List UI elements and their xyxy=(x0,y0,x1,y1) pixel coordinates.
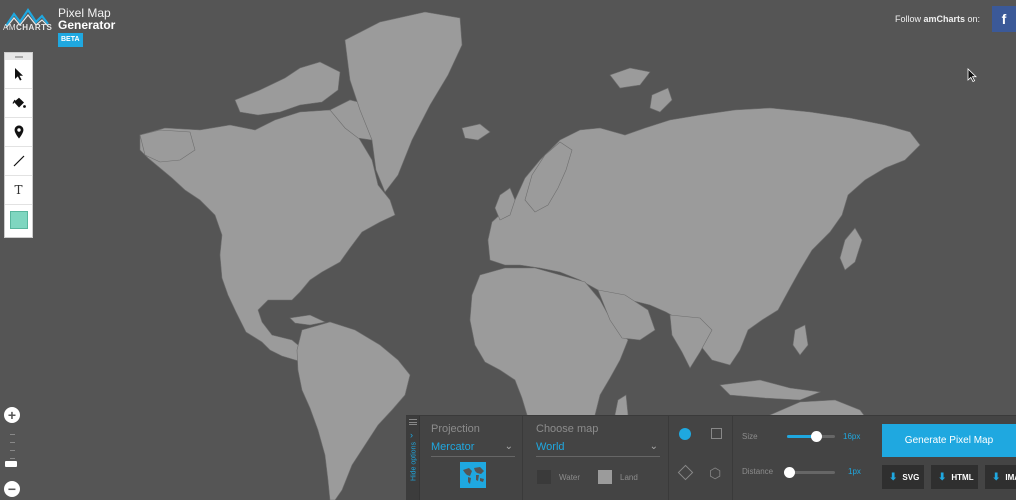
follow-text: Follow amCharts on: xyxy=(895,14,980,24)
circle-shape-icon[interactable] xyxy=(679,428,691,440)
line-icon xyxy=(13,155,24,167)
japan xyxy=(839,227,863,271)
zoom-in-button[interactable]: + xyxy=(4,407,20,423)
facebook-glyph: f xyxy=(1001,11,1007,27)
choose-map-label: Choose map xyxy=(536,423,599,435)
world-map-thumbnail-icon xyxy=(460,462,486,488)
distance-slider[interactable] xyxy=(784,467,835,478)
iceland xyxy=(461,123,491,141)
water-color-swatch[interactable] xyxy=(537,470,551,484)
hide-options-label: Hide options xyxy=(410,442,418,481)
projection-select[interactable]: Mercator ⌄ xyxy=(431,441,515,457)
beta-badge: BETA xyxy=(58,33,83,47)
chevron-down-icon: ⌄ xyxy=(504,441,513,452)
hide-options-toggle[interactable]: › Hide options xyxy=(406,416,420,500)
land-label: Land xyxy=(620,473,638,482)
distance-label: Distance xyxy=(742,467,774,476)
philippines xyxy=(792,324,809,356)
download-icon: ⬇ xyxy=(992,471,1001,483)
size-value: 16px xyxy=(843,432,861,441)
distance-slider-knob[interactable] xyxy=(784,467,796,478)
mouse-cursor-icon xyxy=(967,68,977,82)
select-tool[interactable] xyxy=(5,60,32,89)
map-pin-icon xyxy=(14,125,23,139)
download-image-button[interactable]: ⬇ IMAGE xyxy=(985,465,1016,489)
arrow-pointer-icon xyxy=(14,67,23,80)
arctic-islands xyxy=(234,61,341,116)
size-label: Size xyxy=(742,432,758,441)
projection-value: Mercator xyxy=(431,441,475,453)
logo-wordmark: AMCHARTS xyxy=(3,23,52,32)
generate-pixel-map-button[interactable]: Generate Pixel Map xyxy=(882,424,1016,457)
arctic-russia-islands xyxy=(609,67,651,89)
projection-label: Projection xyxy=(431,423,480,435)
app-title: Pixel Map Generator BETA xyxy=(58,7,115,47)
diamond-shape-icon[interactable] xyxy=(677,464,694,481)
indonesia xyxy=(719,379,822,401)
size-slider[interactable] xyxy=(787,431,835,442)
square-shape-icon[interactable] xyxy=(711,428,722,439)
text-icon: T xyxy=(14,183,23,197)
download-html-button[interactable]: ⬇ HTML xyxy=(931,465,978,489)
download-icon: ⬇ xyxy=(938,471,947,483)
follow-brand: amCharts xyxy=(923,14,965,24)
chevron-down-icon: ⌄ xyxy=(649,441,658,452)
text-tool[interactable]: T xyxy=(5,176,32,205)
follow-suffix: on: xyxy=(964,14,980,24)
facebook-icon[interactable]: f xyxy=(992,6,1016,32)
options-panel: › Hide options Projection Mercator ⌄ Cho… xyxy=(406,415,1016,500)
zoom-slider-handle[interactable] xyxy=(5,461,17,467)
zoom-in-label: + xyxy=(7,407,17,423)
choose-map-value: World xyxy=(536,441,565,453)
marker-tool[interactable] xyxy=(5,118,32,147)
hexagon-shape-icon[interactable]: ⬡ xyxy=(709,466,721,480)
zoom-out-label: − xyxy=(7,481,17,497)
land-color-swatch[interactable] xyxy=(598,470,612,484)
water-label: Water xyxy=(559,473,581,482)
download-icon: ⬇ xyxy=(889,471,898,483)
zoom-out-button[interactable]: − xyxy=(4,481,20,497)
color-swatch-icon xyxy=(9,210,28,229)
paint-bucket-icon xyxy=(11,97,26,108)
logo-wordmark-light: AM xyxy=(3,23,16,32)
toolbox-drag-handle[interactable] xyxy=(5,53,32,60)
distance-value: 1px xyxy=(848,467,861,476)
novaya-zemlya xyxy=(649,87,673,113)
logo-wordmark-bold: CHARTS xyxy=(16,23,53,32)
color-tool[interactable] xyxy=(5,205,32,234)
cuba xyxy=(289,314,326,326)
download-html-label: HTML xyxy=(951,472,974,482)
size-slider-knob[interactable] xyxy=(810,431,822,442)
follow-prefix: Follow xyxy=(894,14,924,24)
download-image-label: IMAGE xyxy=(1005,472,1016,482)
download-svg-label: SVG xyxy=(902,472,920,482)
paint-tool[interactable] xyxy=(5,89,32,118)
south-america xyxy=(296,321,411,500)
toolbox: T xyxy=(4,52,33,238)
app-title-line2: Generator xyxy=(58,18,116,32)
menu-icon xyxy=(409,419,417,425)
choose-map-select[interactable]: World ⌄ xyxy=(536,441,660,457)
line-tool[interactable] xyxy=(5,147,32,176)
download-svg-button[interactable]: ⬇ SVG xyxy=(882,465,924,489)
